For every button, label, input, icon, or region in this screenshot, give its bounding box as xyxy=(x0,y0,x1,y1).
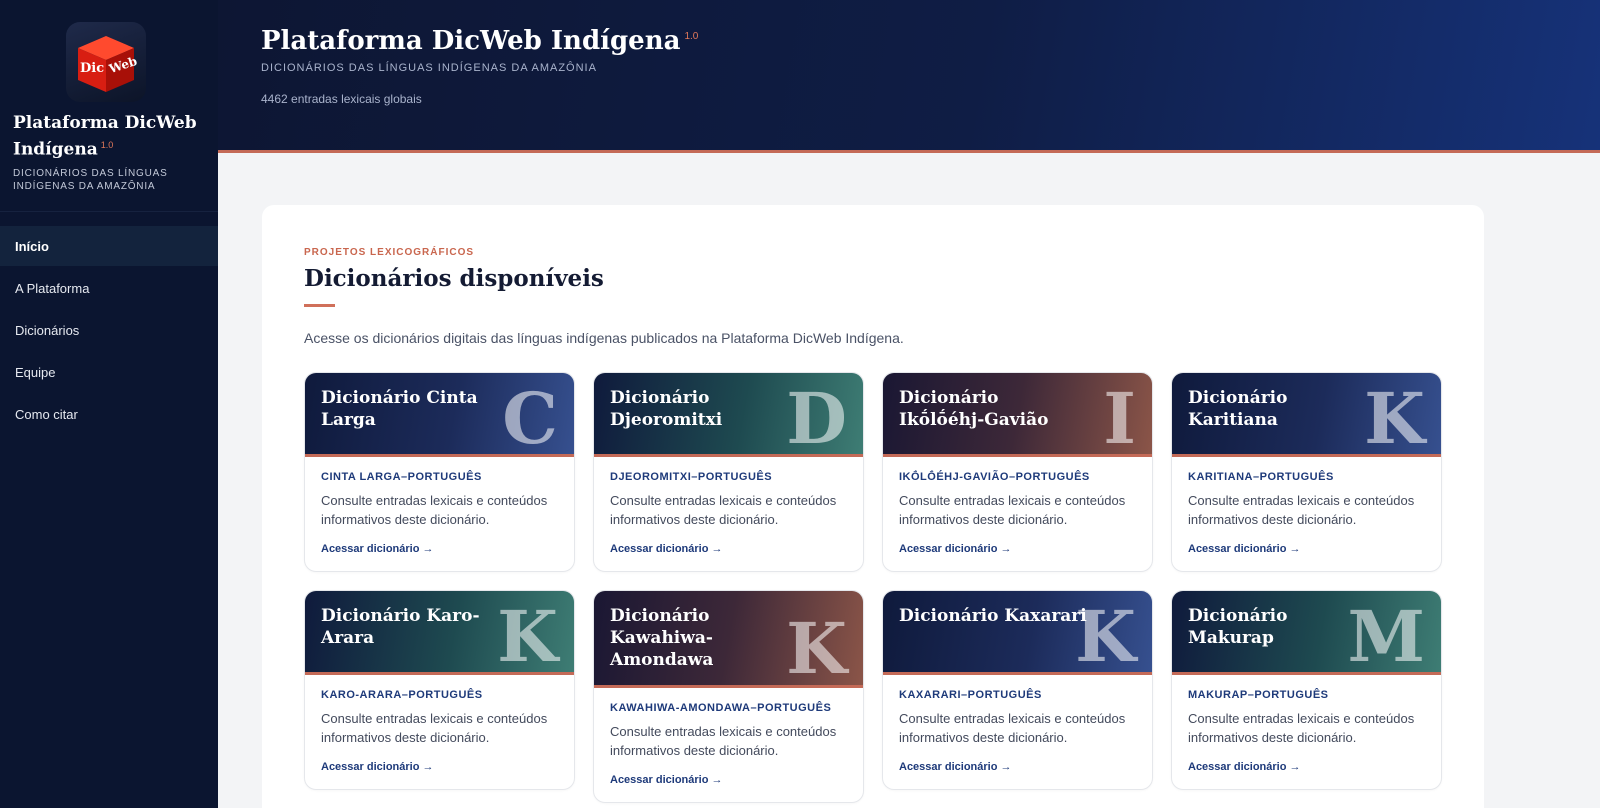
card-body: IKṒLṒÉHJ-GAVIÃO–PORTUGUÊS Consulte entra… xyxy=(883,457,1152,529)
card-description: Consulte entradas lexicais e conteúdos i… xyxy=(610,724,837,758)
card-header: Dicionário Kawahiwa-Amondawa K xyxy=(594,591,863,688)
card-initial: K xyxy=(1364,377,1425,457)
nav-item-inicio[interactable]: Início xyxy=(0,226,218,266)
card-language-pair: DJEOROMITXI–PORTUGUÊS xyxy=(610,471,773,483)
card-body: CINTA LARGA–PORTUGUÊS Consulte entradas … xyxy=(305,457,574,529)
sidebar-title: Plataforma DicWeb Indígena 1.0 xyxy=(13,112,205,161)
card-body: KARO-ARARA–PORTUGUÊS Consulte entradas l… xyxy=(305,675,574,747)
entry-count: 4462 entradas lexicais globais xyxy=(261,92,422,106)
card-title: Dicionário Djeoromitxi xyxy=(610,388,723,430)
card-header: Dicionário Karo-Arara K xyxy=(305,591,574,675)
card-initial: K xyxy=(497,595,558,675)
cube-logo-icon: Dic Web xyxy=(78,36,139,92)
dictionary-card-makurap[interactable]: Dicionário Makurap M MAKURAP–PORTUGUÊS C… xyxy=(1171,590,1442,790)
logo-text-dic: Dic xyxy=(80,61,104,76)
sidebar-version: 1.0 xyxy=(100,140,114,150)
header-version: 1.0 xyxy=(684,31,699,43)
access-dictionary-link[interactable]: Acessar dicionário → xyxy=(321,761,434,773)
access-dictionary-link[interactable]: Acessar dicionário → xyxy=(610,543,723,555)
sidebar: Dic Web Plataforma DicWeb Indígena 1.0 DI… xyxy=(0,0,218,808)
access-dictionary-link[interactable]: Acessar dicionário → xyxy=(321,543,434,555)
header-title: Plataforma DicWeb Indígena 1.0 xyxy=(261,26,1600,56)
access-dictionary-link[interactable]: Acessar dicionário → xyxy=(899,543,1012,555)
dictionary-card-cinta-larga[interactable]: Dicionário Cinta Larga C CINTA LARGA–POR… xyxy=(304,372,575,572)
nav-item-equipe[interactable]: Equipe xyxy=(0,352,218,392)
dictionary-card-djeoromitxi[interactable]: Dicionário Djeoromitxi D DJEOROMITXI–POR… xyxy=(593,372,864,572)
card-description: Consulte entradas lexicais e conteúdos i… xyxy=(1188,711,1415,745)
access-dictionary-link[interactable]: Acessar dicionário → xyxy=(1188,761,1301,773)
dicweb-logo[interactable]: Dic Web xyxy=(66,22,146,102)
card-header: Dicionário Djeoromitxi D xyxy=(594,373,863,457)
nav-item-como-citar[interactable]: Como citar xyxy=(0,394,218,434)
card-description: Consulte entradas lexicais e conteúdos i… xyxy=(610,493,837,527)
card-body: MAKURAP–PORTUGUÊS Consulte entradas lexi… xyxy=(1172,675,1441,747)
access-dictionary-link[interactable]: Acessar dicionário → xyxy=(1188,543,1301,555)
card-body: KAWAHIWA-AMONDAWA–PORTUGUÊS Consulte ent… xyxy=(594,688,863,760)
card-language-pair: KARITIANA–PORTUGUÊS xyxy=(1188,471,1334,483)
card-language-pair: KARO-ARARA–PORTUGUÊS xyxy=(321,689,483,701)
card-header: Dicionário Makurap M xyxy=(1172,591,1441,675)
card-header: Dicionário Ikṓlṓéhj-Gavião I xyxy=(883,373,1152,457)
card-language-pair: IKṒLṒÉHJ-GAVIÃO–PORTUGUÊS xyxy=(899,471,1090,483)
card-title: Dicionário Karo-Arara xyxy=(321,606,480,648)
card-initial: C xyxy=(502,377,558,457)
card-description: Consulte entradas lexicais e conteúdos i… xyxy=(899,711,1126,745)
card-description: Consulte entradas lexicais e conteúdos i… xyxy=(1188,493,1415,527)
card-description: Consulte entradas lexicais e conteúdos i… xyxy=(899,493,1126,527)
card-title: Dicionário Cinta Larga xyxy=(321,388,478,430)
access-dictionary-link[interactable]: Acessar dicionário → xyxy=(899,761,1012,773)
card-description: Consulte entradas lexicais e conteúdos i… xyxy=(321,493,548,527)
card-language-pair: KAWAHIWA-AMONDAWA–PORTUGUÊS xyxy=(610,702,832,714)
brand-block: Dic Web Plataforma DicWeb Indígena 1.0 DI… xyxy=(0,0,218,212)
card-title: Dicionário Karitiana xyxy=(1188,388,1288,430)
card-title: Dicionário Kawahiwa-Amondawa xyxy=(610,606,714,670)
dictionary-card-ikolo-gaviao[interactable]: Dicionário Ikṓlṓéhj-Gavião I IKṒLṒÉHJ-GA… xyxy=(882,372,1153,572)
card-language-pair: MAKURAP–PORTUGUÊS xyxy=(1188,689,1329,701)
card-title: Dicionário Makurap xyxy=(1188,606,1288,648)
page-header: Plataforma DicWeb Indígena 1.0 DICIONÁRIO… xyxy=(218,0,1600,153)
card-header: Dicionário Kaxarari K xyxy=(883,591,1152,675)
sidebar-nav: Início A Plataforma Dicionários Equipe C… xyxy=(0,226,218,434)
card-title: Dicionário Kaxarari xyxy=(899,606,1087,626)
card-initial: D xyxy=(786,377,847,457)
dictionary-card-kawahiwa-amondawa[interactable]: Dicionário Kawahiwa-Amondawa K KAWAHIWA-… xyxy=(593,590,864,803)
dictionary-grid: Dicionário Cinta Larga C CINTA LARGA–POR… xyxy=(304,372,1442,803)
header-subtitle: DICIONÁRIOS DAS LÍNGUAS INDÍGENAS DA AMA… xyxy=(261,62,597,74)
nav-item-a-plataforma[interactable]: A Plataforma xyxy=(0,268,218,308)
dictionaries-panel: PROJETOS LEXICOGRÁFICOS Dicionários disp… xyxy=(262,205,1484,808)
dictionary-card-karitiana[interactable]: Dicionário Karitiana K KARITIANA–PORTUGU… xyxy=(1171,372,1442,572)
sidebar-subtitle: DICIONÁRIOS DAS LÍNGUAS INDÍGENAS DA AMA… xyxy=(13,167,168,192)
section-title: Dicionários disponíveis xyxy=(304,265,604,292)
card-title: Dicionário Ikṓlṓéhj-Gavião xyxy=(899,388,1049,430)
access-dictionary-link[interactable]: Acessar dicionário → xyxy=(610,774,723,786)
section-eyebrow: PROJETOS LEXICOGRÁFICOS xyxy=(304,247,475,258)
card-initial: I xyxy=(1103,377,1136,457)
card-header: Dicionário Karitiana K xyxy=(1172,373,1441,457)
card-initial: K xyxy=(786,607,847,688)
card-body: KAXARARI–PORTUGUÊS Consulte entradas lex… xyxy=(883,675,1152,747)
card-header: Dicionário Cinta Larga C xyxy=(305,373,574,457)
nav-item-dicionarios[interactable]: Dicionários xyxy=(0,310,218,350)
sidebar-title-text: Plataforma DicWeb Indígena xyxy=(13,113,197,160)
dictionary-card-karo-arara[interactable]: Dicionário Karo-Arara K KARO-ARARA–PORTU… xyxy=(304,590,575,790)
title-divider xyxy=(304,304,335,307)
card-language-pair: CINTA LARGA–PORTUGUÊS xyxy=(321,471,482,483)
card-language-pair: KAXARARI–PORTUGUÊS xyxy=(899,689,1042,701)
header-title-text: Plataforma DicWeb Indígena xyxy=(261,26,681,56)
dictionary-card-kaxarari[interactable]: Dicionário Kaxarari K KAXARARI–PORTUGUÊS… xyxy=(882,590,1153,790)
card-description: Consulte entradas lexicais e conteúdos i… xyxy=(321,711,548,745)
section-description: Acesse os dicionários digitais das língu… xyxy=(304,330,904,346)
card-body: KARITIANA–PORTUGUÊS Consulte entradas le… xyxy=(1172,457,1441,529)
card-body: DJEOROMITXI–PORTUGUÊS Consulte entradas … xyxy=(594,457,863,529)
